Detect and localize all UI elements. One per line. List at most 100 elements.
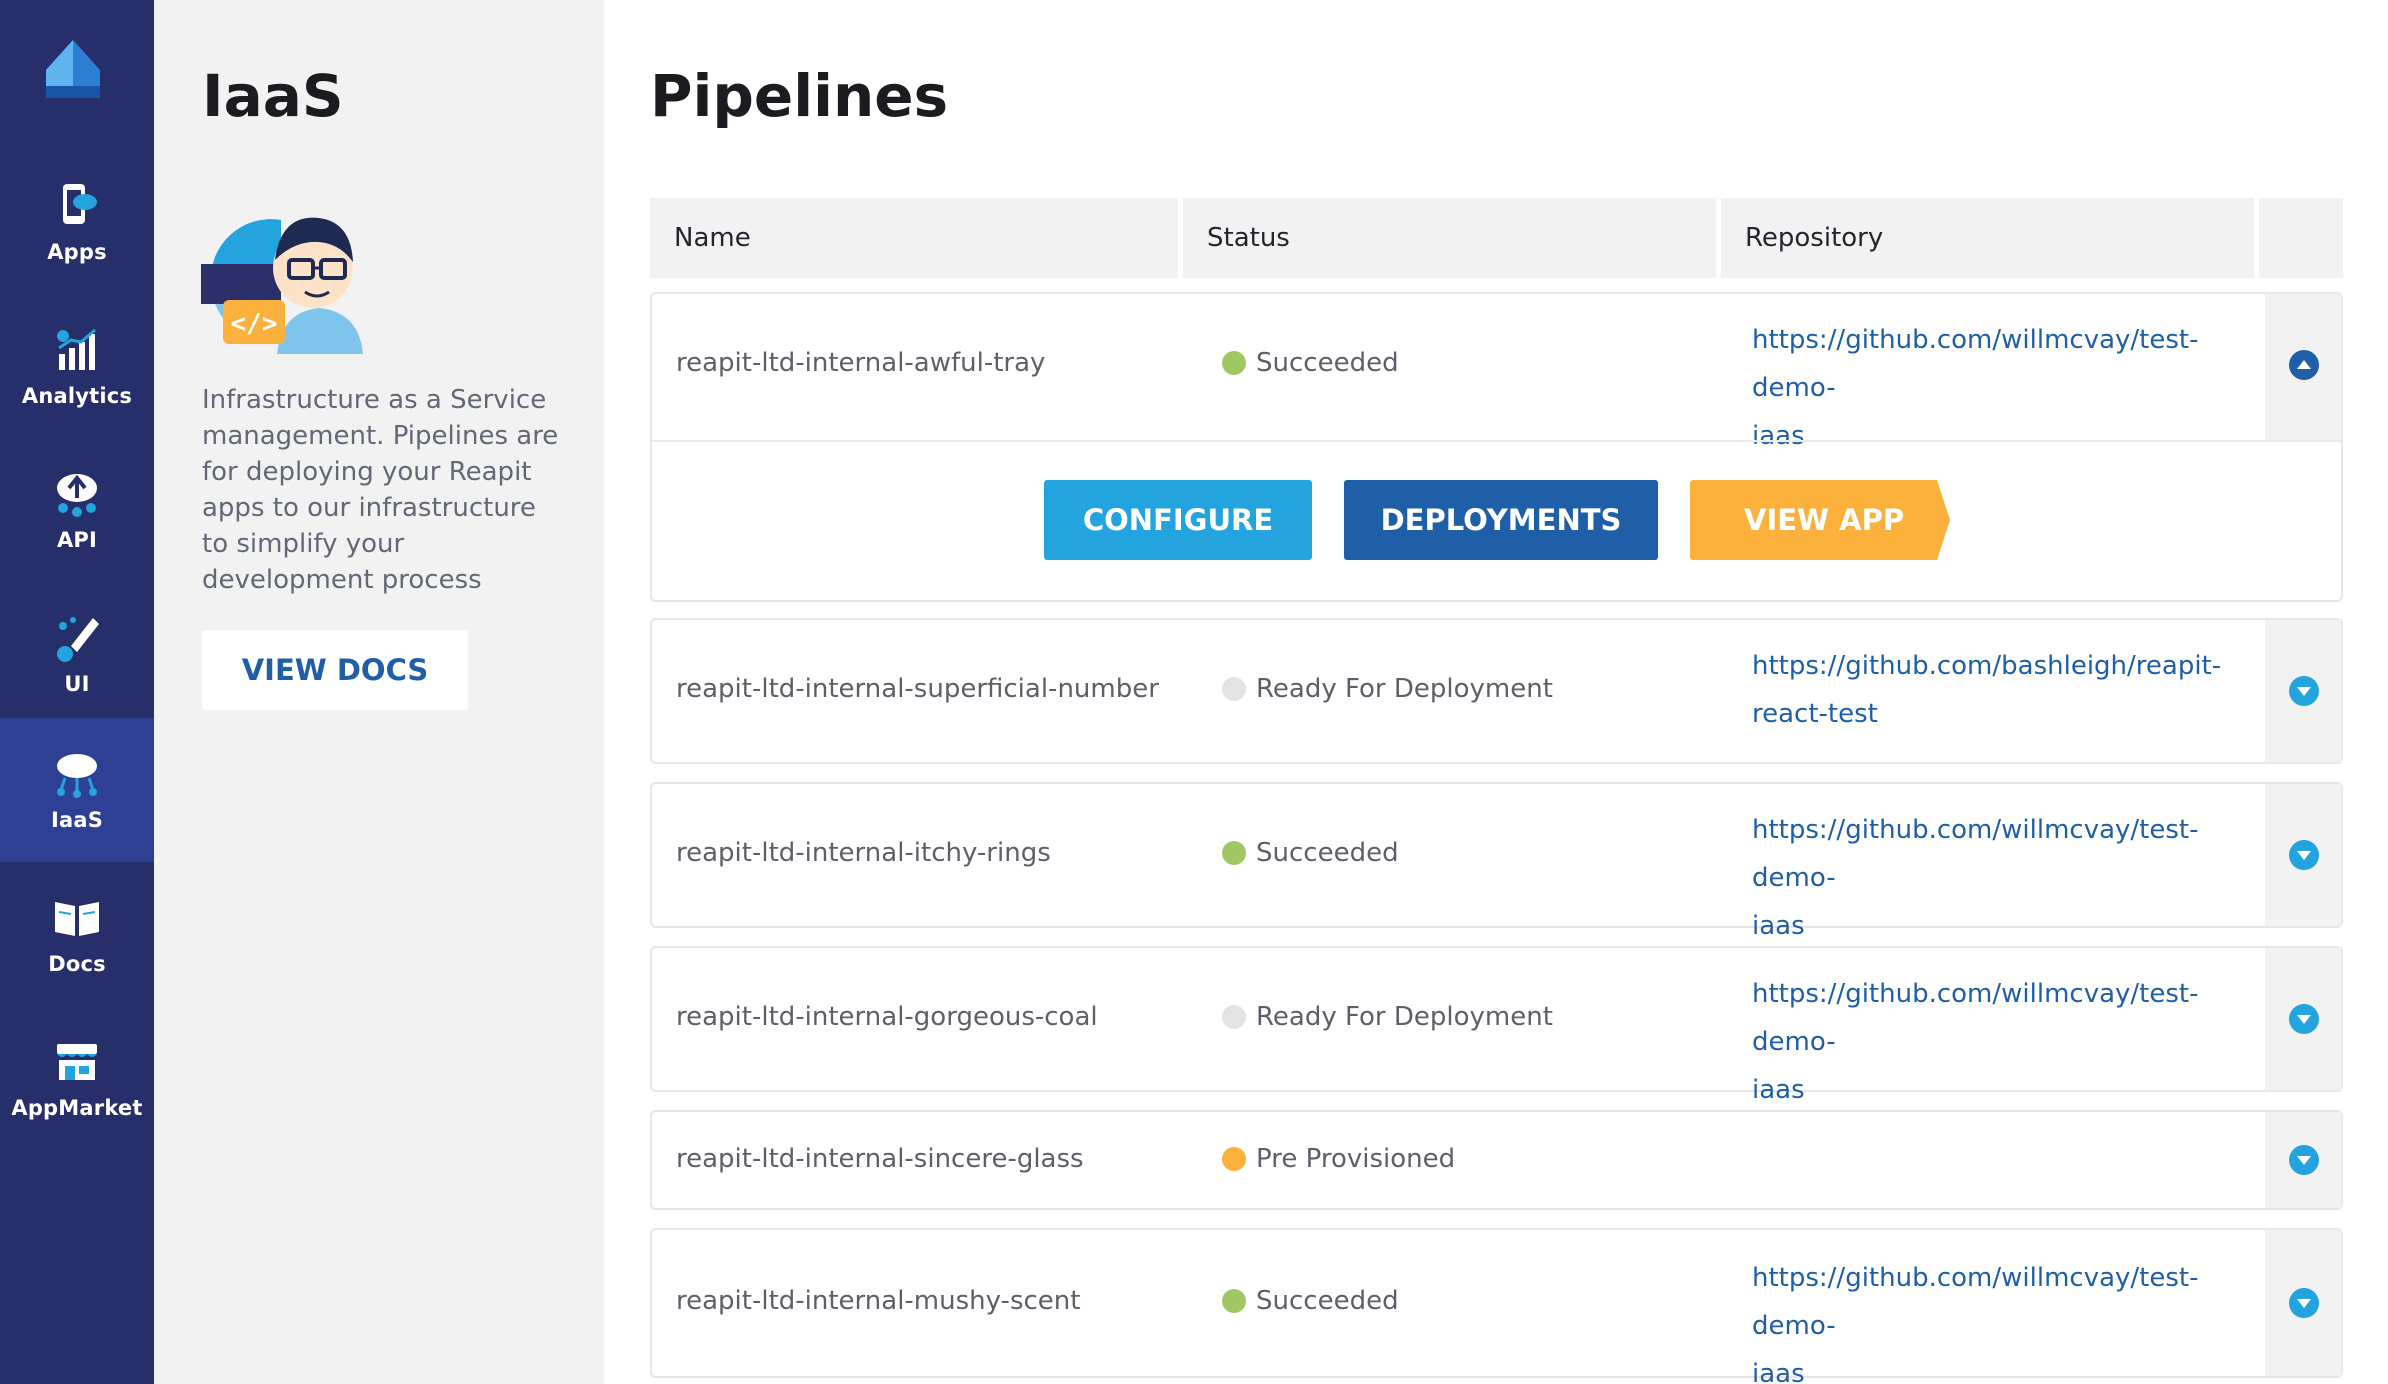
- pipeline-status: Succeeded: [1222, 1286, 1399, 1316]
- nav-item-ui[interactable]: UI: [0, 582, 154, 726]
- nav-item-apps[interactable]: Apps: [0, 150, 154, 294]
- repository-link-line: iaas: [1752, 911, 1805, 941]
- toggle-cell: [2263, 784, 2341, 926]
- main-nav: Apps Analytics API UI IaaS Docs AppMarke…: [0, 0, 154, 1384]
- nav-label-api: API: [56, 528, 98, 552]
- pipeline-status: Pre Provisioned: [1222, 1144, 1455, 1174]
- status-text: Succeeded: [1256, 838, 1399, 868]
- svg-text:</>: </>: [231, 309, 278, 339]
- status-dot: [1222, 1289, 1246, 1313]
- pipeline-status: Succeeded: [1222, 838, 1399, 868]
- pipeline-name: reapit-ltd-internal-mushy-scent: [676, 1286, 1081, 1316]
- expand-row-button[interactable]: [2289, 676, 2319, 706]
- repository-link[interactable]: https://github.com/willmcvay/test-demo- …: [1752, 316, 2252, 460]
- repository-link[interactable]: https://github.com/willmcvay/test-demo- …: [1752, 806, 2252, 950]
- table-row: reapit-ltd-internal-gorgeous-coal Ready …: [650, 946, 2343, 1105]
- chevron-down-icon: [2297, 687, 2311, 696]
- toggle-cell: [2263, 620, 2341, 762]
- panel-description: Infrastructure as a Service management. …: [202, 385, 559, 595]
- repository-link[interactable]: https://github.com/bashleigh/reapit- rea…: [1752, 642, 2252, 738]
- page-title: Pipelines: [650, 62, 949, 130]
- pipeline-name: reapit-ltd-internal-awful-tray: [676, 348, 1046, 378]
- status-text: Succeeded: [1256, 348, 1399, 378]
- chevron-up-icon: [2297, 360, 2311, 369]
- nav-item-analytics[interactable]: Analytics: [0, 294, 154, 438]
- nav-label-apps: Apps: [47, 240, 107, 264]
- status-dot: [1222, 841, 1246, 865]
- status-dot: [1222, 351, 1246, 375]
- nav-item-api[interactable]: API: [0, 438, 154, 582]
- pipeline-status: Succeeded: [1222, 348, 1399, 378]
- collapse-row-button[interactable]: [2289, 350, 2319, 380]
- chevron-down-icon: [2297, 851, 2311, 860]
- view-app-button[interactable]: VIEW APP: [1690, 480, 1950, 560]
- view-docs-button[interactable]: VIEW DOCS: [202, 630, 468, 710]
- secondary-panel: IaaS </> Infrastructure as a Service man…: [154, 0, 604, 1384]
- expand-row-button[interactable]: [2289, 1004, 2319, 1034]
- chevron-down-icon: [2297, 1015, 2311, 1024]
- status-text: Succeeded: [1256, 1286, 1399, 1316]
- nav-label-ui: UI: [64, 672, 90, 696]
- repository-link-line: iaas: [1752, 1359, 1805, 1384]
- appmarket-icon: [57, 1044, 97, 1080]
- iaas-icon: [57, 754, 97, 798]
- repository-link-line: iaas: [1752, 1075, 1805, 1105]
- column-header-name: Name: [650, 198, 1178, 278]
- pipeline-name: reapit-ltd-internal-sincere-glass: [676, 1144, 1084, 1174]
- table-row: reapit-ltd-internal-itchy-rings Succeede…: [650, 782, 2343, 941]
- developer-illustration: </>: [201, 217, 363, 354]
- nav-label-docs: Docs: [48, 952, 106, 976]
- table-row: reapit-ltd-internal-awful-tray Succeeded…: [650, 292, 2343, 602]
- pipeline-name: reapit-ltd-internal-superficial-number: [676, 674, 1159, 704]
- column-header-status: Status: [1183, 198, 1716, 278]
- toggle-cell: [2263, 294, 2341, 440]
- nav-item-iaas[interactable]: IaaS: [0, 718, 154, 862]
- pipeline-name: reapit-ltd-internal-itchy-rings: [676, 838, 1051, 868]
- toggle-cell: [2263, 948, 2341, 1090]
- repository-link[interactable]: https://github.com/willmcvay/test-demo- …: [1752, 970, 2252, 1114]
- nav-label-iaas: IaaS: [50, 808, 104, 832]
- chevron-down-icon: [2297, 1299, 2311, 1308]
- status-text: Ready For Deployment: [1256, 674, 1553, 704]
- panel-title: IaaS: [202, 62, 344, 130]
- deployments-button[interactable]: DEPLOYMENTS: [1344, 480, 1658, 560]
- column-header-repository: Repository: [1721, 198, 2254, 278]
- pipeline-status: Ready For Deployment: [1222, 674, 1553, 704]
- repository-link-line: react-test: [1752, 699, 1878, 729]
- repository-link-line: https://github.com/bashleigh/reapit-: [1752, 651, 2222, 681]
- repository-link-line: https://github.com/willmcvay/test-demo-: [1752, 325, 2199, 403]
- repository-link-line: https://github.com/willmcvay/test-demo-: [1752, 815, 2199, 893]
- column-header-toggle: [2259, 198, 2343, 278]
- table-row: reapit-ltd-internal-superficial-number R…: [650, 618, 2343, 764]
- expand-row-button[interactable]: [2289, 840, 2319, 870]
- toggle-cell: [2263, 1230, 2341, 1376]
- nav-label-analytics: Analytics: [21, 384, 133, 408]
- nav-label-appmarket: AppMarket: [11, 1096, 143, 1120]
- table-row: reapit-ltd-internal-mushy-scent Succeede…: [650, 1228, 2343, 1384]
- toggle-cell: [2263, 1112, 2341, 1208]
- nav-item-docs[interactable]: Docs: [0, 862, 154, 1006]
- docs-icon: [55, 902, 99, 936]
- pipeline-actions: CONFIGURE DEPLOYMENTS VIEW APP: [652, 440, 2341, 600]
- repository-link[interactable]: https://github.com/willmcvay/test-demo- …: [1752, 1254, 2252, 1384]
- table-header: Name Status Repository: [650, 198, 2343, 278]
- status-dot: [1222, 1005, 1246, 1029]
- repository-link-line: https://github.com/willmcvay/test-demo-: [1752, 979, 2199, 1057]
- configure-button[interactable]: CONFIGURE: [1044, 480, 1312, 560]
- reapit-logo[interactable]: [40, 36, 106, 106]
- api-icon: [57, 474, 97, 517]
- status-text: Ready For Deployment: [1256, 1002, 1553, 1032]
- pipeline-status: Ready For Deployment: [1222, 1002, 1553, 1032]
- pipeline-name: reapit-ltd-internal-gorgeous-coal: [676, 1002, 1098, 1032]
- ui-icon: [57, 617, 99, 662]
- status-text: Pre Provisioned: [1256, 1144, 1456, 1174]
- repository-link-line: https://github.com/willmcvay/test-demo-: [1752, 1263, 2199, 1341]
- status-dot: [1222, 1147, 1246, 1171]
- table-row: reapit-ltd-internal-sincere-glass Pre Pr…: [650, 1110, 2343, 1210]
- status-dot: [1222, 677, 1246, 701]
- apps-icon: [63, 184, 97, 224]
- expand-row-button[interactable]: [2289, 1288, 2319, 1318]
- chevron-down-icon: [2297, 1156, 2311, 1165]
- nav-item-appmarket[interactable]: AppMarket: [0, 1006, 154, 1150]
- expand-row-button[interactable]: [2289, 1145, 2319, 1175]
